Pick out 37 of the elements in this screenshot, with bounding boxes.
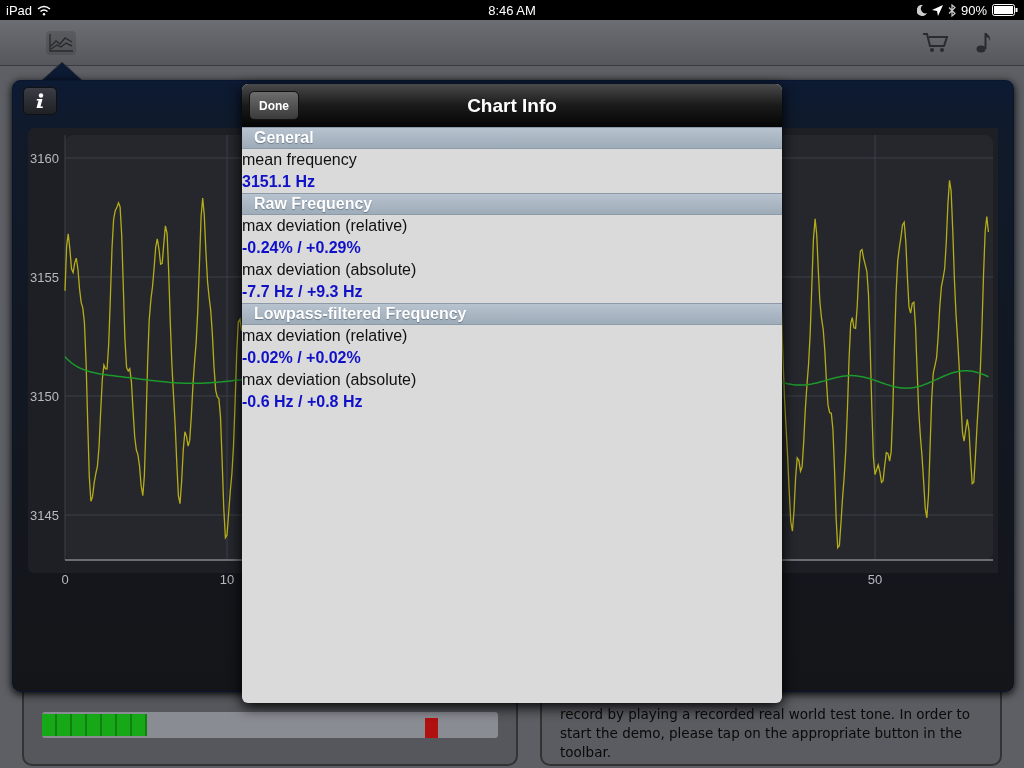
stat-label: max deviation (relative) [242,216,409,236]
section-header: Lowpass-filtered Frequency [242,303,782,325]
x-axis-label: 10 [219,572,235,587]
battery-icon [992,4,1018,16]
y-axis-label: 3160 [30,151,59,166]
music-note-icon [976,31,992,54]
section-header: Raw Frequency [242,193,782,215]
cart-icon [922,31,948,54]
battery-percentage: 90% [961,2,987,18]
stat-value: 3151.1 Hz [242,172,316,192]
stat-value: -0.6 Hz / +0.8 Hz [242,392,364,412]
clock-time: 8:46 AM [488,2,536,18]
section-header: General [242,127,782,149]
chart-tab[interactable] [46,30,76,55]
info-paragraph: record by playing a recorded real world test tone. In order to start the demo, please tap on the appropriate button in the toolbar. [560,705,972,762]
stat-label: mean frequency [242,150,358,170]
device-name: iPad [6,2,33,18]
stat-value: -7.7 Hz / +9.3 Hz [242,282,364,302]
moon-icon [917,4,927,16]
info-button[interactable] [23,87,57,115]
x-axis-label: 0 [61,572,69,587]
y-axis-label: 3155 [30,270,59,285]
y-axis-label: 3145 [30,508,59,523]
bluetooth-icon [948,3,956,17]
peak-indicator-icon [425,718,438,738]
stat-label: max deviation (relative) [242,326,409,346]
location-arrow-icon [932,4,943,16]
y-axis-label: 3150 [30,389,59,404]
done-button[interactable]: Done [249,91,299,120]
stat-label: max deviation (absolute) [242,260,418,280]
stat-value: -0.02% / +0.02% [242,348,362,368]
stat-value: -0.24% / +0.29% [242,238,362,258]
stat-label: max deviation (absolute) [242,370,418,390]
line-chart-icon [48,32,74,53]
dialog-title: Chart Info [467,94,557,117]
wifi-icon [37,4,52,16]
x-axis-label: 50 [867,572,883,587]
